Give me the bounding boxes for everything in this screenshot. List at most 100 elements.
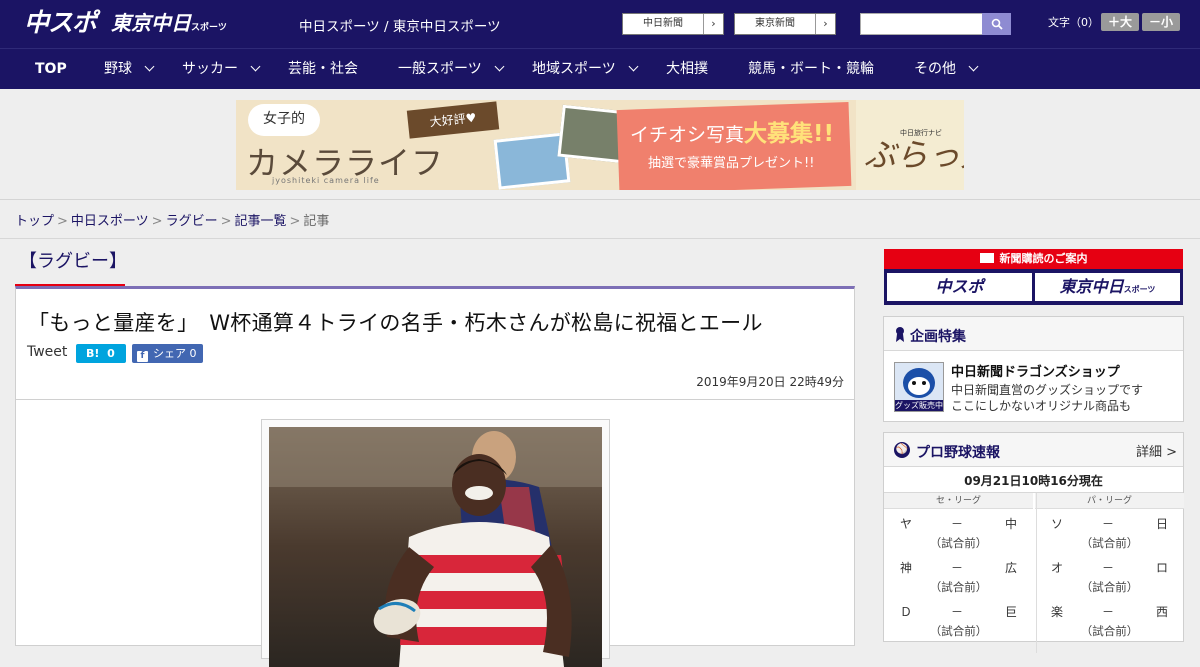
camera-life-banner[interactable]: 女子的 カメラライフ jyoshiteki camera life 大好評♥ イ… (236, 100, 964, 190)
breadcrumb-separator: > (289, 214, 301, 229)
subscription-title-row: 新聞購読のご案内 (884, 249, 1183, 269)
breadcrumb-chunichi-sports[interactable]: 中日スポーツ (71, 214, 149, 229)
tokyo-logo-sub: スポーツ (191, 23, 227, 33)
banner-headline: イチオシ写真大募集!! (630, 114, 834, 148)
breadcrumb-top[interactable]: トップ (15, 214, 54, 229)
banner-brand: ぶらっ人 (864, 136, 964, 174)
breadcrumb-current: 記事 (303, 214, 330, 229)
nav-item-baseball[interactable]: 野球 (104, 49, 155, 90)
subscribe-chuspo-button[interactable]: 中スポ (887, 273, 1032, 301)
chevron-right-icon: › (703, 14, 723, 34)
special-feature-header: 企画特集 (884, 317, 1183, 351)
pacific-league-header: パ・リーグ (1035, 493, 1184, 509)
breadcrumb-article-list[interactable]: 記事一覧 (235, 214, 287, 229)
dragons-shop-desc: 中日新聞直営のグッズショップです (951, 383, 1144, 397)
site-names: 中日スポーツ / 東京中日スポーツ (299, 19, 501, 35)
facebook-share-count: 0 (189, 347, 197, 360)
subscription-title: 新聞購読のご案内 (999, 252, 1088, 265)
special-feature-title: 企画特集 (910, 329, 966, 345)
hatena-bookmark-button[interactable]: B! 0 (76, 344, 126, 363)
nav-label: 野球 (104, 61, 132, 77)
nav-item-other[interactable]: その他 (914, 49, 979, 90)
nav-label: 地域スポーツ (532, 61, 616, 77)
nav-item-soccer[interactable]: サッカー (182, 49, 261, 90)
chunichi-shimbun-link[interactable]: 中日新聞 › (622, 13, 724, 35)
font-smaller-button[interactable]: －小 (1142, 13, 1180, 31)
nav-label: TOP (35, 61, 67, 77)
newspaper-icon (979, 253, 994, 263)
score-dash: － (951, 561, 964, 575)
category-label: 【ラグビー】 (19, 251, 127, 272)
banner-ribbon: 大好評♥ (406, 101, 500, 139)
facebook-share-button[interactable]: f シェア 0 (132, 344, 203, 363)
chuspo-logo[interactable]: 中スポ (24, 8, 97, 38)
home-team: オ (1051, 561, 1064, 575)
chevron-down-icon (494, 61, 505, 72)
away-team: 中 (1004, 517, 1017, 531)
article-photo-frame (261, 419, 610, 667)
shop-thumb-label: グッズ販売中 (895, 400, 943, 411)
chevron-right-icon: › (815, 14, 835, 34)
game-row: ソ － 日 (1035, 513, 1184, 535)
home-team: 楽 (1051, 605, 1064, 619)
banner-headline-b: 大募集!! (744, 121, 834, 147)
tweet-button[interactable]: Tweet (27, 344, 67, 360)
nav-label: 大相撲 (666, 61, 708, 77)
away-team: ロ (1155, 561, 1168, 575)
breadcrumb-separator: > (151, 214, 163, 229)
special-feature-box: 企画特集 グッズ販売中 中日新聞ドラゴンズショップ 中日新聞直営のグッズショップ… (883, 316, 1184, 422)
baseball-scores-title: プロ野球速報 (916, 445, 1000, 461)
main-nav: TOP 野球 サッカー 芸能・社会 一般スポーツ 地域スポーツ 大相撲 競馬・ボ… (0, 48, 1200, 89)
game-status: （試合前） (929, 536, 988, 550)
nav-label: サッカー (182, 61, 238, 77)
away-team: 西 (1155, 605, 1168, 619)
nav-item-top[interactable]: TOP (35, 49, 67, 90)
tokyo-chunichi-logo[interactable]: 東京中日スポーツ (111, 8, 227, 43)
search-button[interactable] (982, 13, 1011, 35)
dragons-shop-thumbnail[interactable]: グッズ販売中 (894, 362, 944, 412)
nav-item-local-sports[interactable]: 地域スポーツ (532, 49, 639, 90)
article-date: 2019年9月20日 22時49分 (696, 375, 844, 389)
nav-label: その他 (914, 61, 956, 77)
game-status: （試合前） (1080, 624, 1139, 638)
dragons-shop-title[interactable]: 中日新聞ドラゴンズショップ (951, 361, 1120, 380)
game-row: ヤ － 中 (884, 513, 1033, 535)
nav-item-general-sports[interactable]: 一般スポーツ (398, 49, 505, 90)
breadcrumb-rugby[interactable]: ラグビー (166, 214, 218, 229)
away-team: 広 (1004, 561, 1017, 575)
baseball-scores-box: ⚾ プロ野球速報 詳細 > 09月21日10時16分現在 セ・リーグ パ・リーグ… (883, 432, 1184, 653)
chevron-down-icon (250, 61, 261, 72)
font-size-label: 文字（0） (1048, 16, 1099, 29)
score-dash: － (951, 517, 964, 531)
font-larger-button[interactable]: ＋大 (1101, 13, 1139, 31)
score-dash: － (1102, 561, 1115, 575)
dragons-mascot-icon (903, 368, 935, 398)
away-team: 巨 (1004, 605, 1017, 619)
article-photo[interactable] (269, 427, 602, 667)
subscribe-tokyo-button[interactable]: 東京中日スポーツ (1035, 273, 1180, 301)
game-status: （試合前） (1080, 580, 1139, 594)
nav-item-entertainment[interactable]: 芸能・社会 (288, 49, 358, 90)
breadcrumb-separator: > (220, 214, 232, 229)
central-league-header: セ・リーグ (884, 493, 1033, 509)
scores-timestamp: 09月21日10時16分現在 (884, 469, 1183, 493)
rugby-player-image (269, 427, 602, 667)
paper-link-label: 中日新聞 (643, 18, 683, 29)
chevron-down-icon (628, 61, 639, 72)
nav-item-racing[interactable]: 競馬・ボート・競輪 (748, 49, 874, 90)
banner-joshi: 女子的 (248, 104, 320, 136)
facebook-share-label: シェア (153, 347, 186, 360)
game-status: （試合前） (929, 624, 988, 638)
home-team: ソ (1051, 517, 1064, 531)
chevron-down-icon (144, 61, 155, 72)
score-dash: － (1102, 605, 1115, 619)
banner-headline-a: イチオシ写真 (630, 124, 745, 146)
search-input[interactable] (860, 13, 983, 35)
chevron-down-icon (968, 61, 979, 72)
article-divider (16, 399, 854, 400)
tokyo-shimbun-link[interactable]: 東京新聞 › (734, 13, 836, 35)
nav-label: 芸能・社会 (288, 61, 358, 77)
baseball-details-link[interactable]: 詳細 > (1136, 441, 1177, 460)
nav-item-sumo[interactable]: 大相撲 (666, 49, 708, 90)
home-team: ヤ (900, 517, 913, 531)
